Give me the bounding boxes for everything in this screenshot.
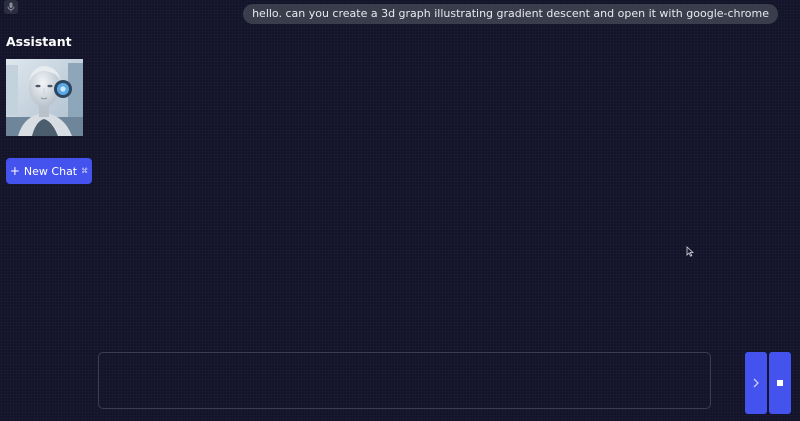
microphone-icon (7, 2, 15, 12)
assistant-title: Assistant (6, 34, 72, 49)
command-key-icon: ⌘ (81, 166, 89, 175)
new-chat-button[interactable]: + New Chat ⌘ (6, 158, 92, 184)
stop-button[interactable] (769, 352, 791, 414)
mouse-cursor-icon (686, 246, 694, 257)
chevron-right-icon (752, 377, 760, 389)
stop-square-icon (776, 379, 784, 387)
chat-input[interactable] (98, 352, 711, 409)
microphone-button[interactable] (4, 0, 18, 14)
send-button[interactable] (745, 352, 767, 414)
assistant-avatar (6, 59, 83, 136)
new-chat-label: New Chat (23, 164, 78, 178)
plus-icon: + (9, 164, 20, 178)
user-message-bubble: hello. can you create a 3d graph illustr… (243, 4, 778, 24)
